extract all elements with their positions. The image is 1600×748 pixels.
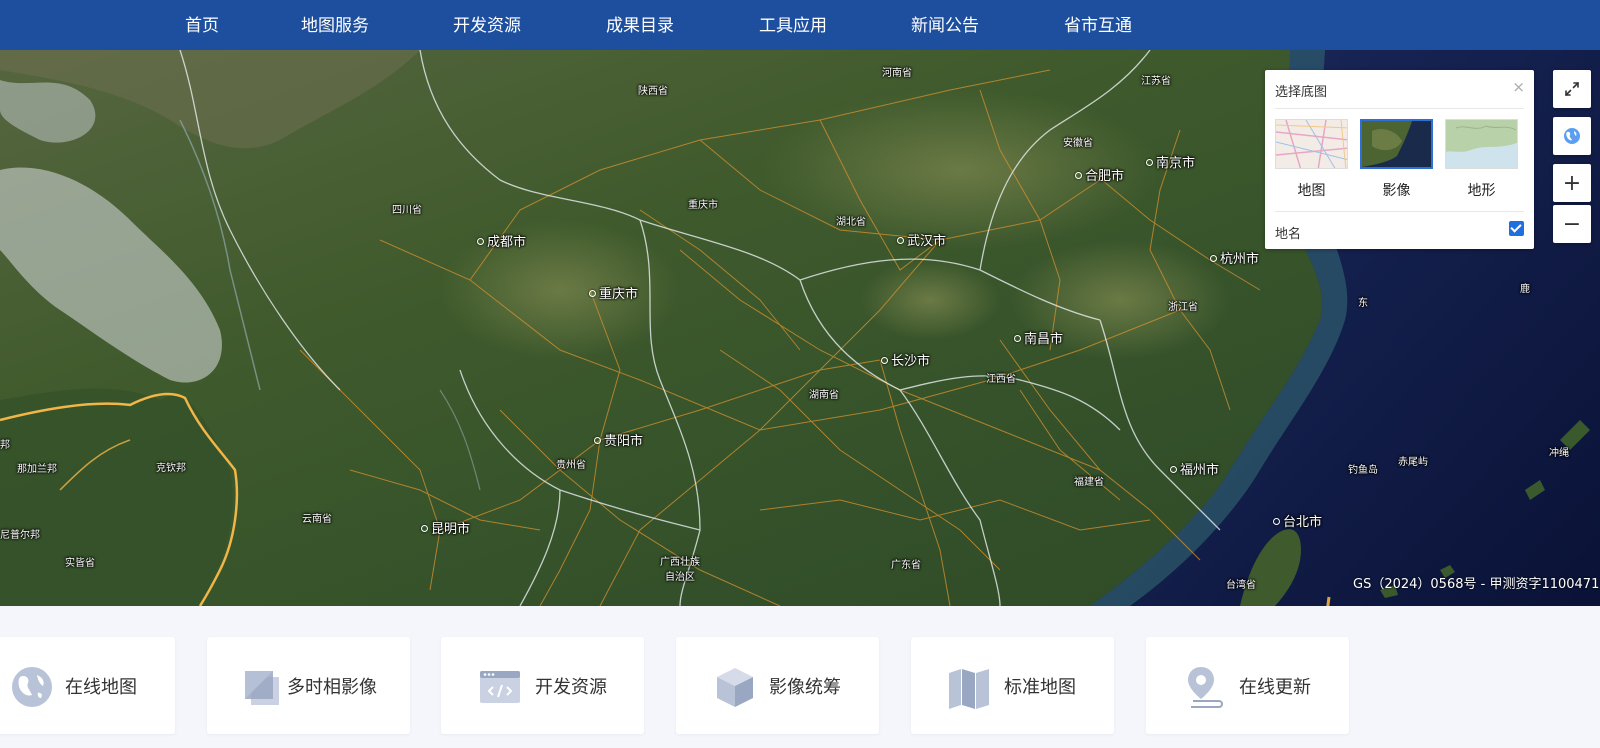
- close-icon[interactable]: ×: [1512, 78, 1525, 96]
- card-imagery-coordination[interactable]: 影像统筹: [676, 637, 879, 734]
- map-label-guizhou: 贵州省: [556, 460, 586, 471]
- map-label-okinawa: 冲绳: [1549, 448, 1569, 459]
- vector-map-thumbnail-icon: [1276, 120, 1347, 168]
- card-multi-temporal-imagery-label: 多时相影像: [287, 677, 377, 698]
- map-label-fujian: 福建省: [1074, 477, 1104, 488]
- nav-dev-resources[interactable]: 开发资源: [453, 0, 521, 50]
- map-label-bang: 邦: [0, 440, 10, 451]
- card-online-map-label: 在线地图: [65, 677, 137, 698]
- fullscreen-button[interactable]: [1553, 70, 1591, 108]
- card-dev-resources-label: 开发资源: [535, 677, 607, 698]
- map-label-taiwan: 台湾省: [1226, 580, 1256, 591]
- card-online-update[interactable]: 在线更新: [1146, 637, 1349, 734]
- basemap-option-vector-label[interactable]: 地图: [1275, 180, 1348, 200]
- map-label-hangzhou: 杭州市: [1210, 248, 1259, 267]
- map-label-chiwei: 赤尾屿: [1398, 457, 1428, 468]
- card-dev-resources[interactable]: 开发资源: [441, 637, 644, 734]
- divider: [1275, 211, 1524, 212]
- map-label-manipur: 尼普尔邦: [0, 530, 40, 541]
- globe-icon: [12, 667, 52, 707]
- map-label-shaanxi: 陕西省: [638, 86, 668, 97]
- cube-icon: [717, 668, 753, 707]
- top-nav: 首页 地图服务 开发资源 成果目录 工具应用 新闻公告 省市互通: [0, 0, 1600, 50]
- map-label-yunnan: 云南省: [302, 514, 332, 525]
- location-pin-icon: [1188, 667, 1223, 708]
- map-label-hunan: 湖南省: [809, 390, 839, 401]
- card-online-map[interactable]: 在线地图: [0, 637, 175, 734]
- zoom-out-button[interactable]: −: [1553, 205, 1591, 243]
- card-standard-map[interactable]: 标准地图: [911, 637, 1114, 734]
- map-label-chongqing-area: 重庆市: [688, 200, 718, 211]
- map-label-guangxi-line2: 自治区: [665, 572, 695, 583]
- imagery-map-thumbnail-icon: [1362, 121, 1431, 167]
- map-label-nanjing: 南京市: [1146, 152, 1195, 171]
- map-label-nanchang: 南昌市: [1014, 328, 1063, 347]
- map-label-jeju-1: 东: [1358, 298, 1368, 309]
- nav-province-city[interactable]: 省市互通: [1064, 0, 1132, 50]
- map-label-fuzhou: 福州市: [1170, 459, 1219, 478]
- nav-news[interactable]: 新闻公告: [911, 0, 979, 50]
- place-names-checkbox[interactable]: [1509, 221, 1524, 236]
- map-label-nagaland: 那加兰邦: [17, 464, 57, 475]
- card-online-update-label: 在线更新: [1239, 677, 1311, 698]
- map-label-kachin: 克钦邦: [156, 463, 186, 474]
- map-label-sichuan: 四川省: [392, 205, 422, 216]
- terrain-map-thumbnail-icon: [1446, 120, 1517, 168]
- nav-tools[interactable]: 工具应用: [759, 0, 827, 50]
- card-imagery-coordination-label: 影像统筹: [769, 677, 841, 698]
- card-standard-map-label: 标准地图: [1004, 677, 1076, 698]
- map-label-guiyang: 贵阳市: [594, 430, 643, 449]
- map-label-hubei: 湖北省: [836, 217, 866, 228]
- folded-map-icon: [949, 669, 989, 709]
- map-label-guangxi-line1: 广西壮族: [660, 557, 700, 568]
- map-label-henan: 河南省: [882, 68, 912, 79]
- basemap-option-terrain[interactable]: [1445, 119, 1518, 169]
- map-label-anhui: 安徽省: [1063, 138, 1093, 149]
- map-label-diaoyu: 钓鱼岛: [1348, 465, 1378, 476]
- map-label-chengdu: 成都市: [477, 231, 526, 250]
- code-window-icon: [480, 671, 520, 703]
- map-label-guangxi: 广西壮族 自治区: [660, 555, 700, 585]
- basemap-panel: 选择底图 × 地图 影像 地形 地名: [1265, 70, 1534, 249]
- nav-map-services[interactable]: 地图服务: [301, 0, 369, 50]
- basemap-option-terrain-label[interactable]: 地形: [1445, 180, 1518, 200]
- map-label-guangdong: 广东省: [891, 560, 921, 571]
- map-label-sagaing: 实皆省: [65, 558, 95, 569]
- basemap-panel-title: 选择底图: [1275, 85, 1328, 100]
- layers-icon: [245, 671, 279, 705]
- globe-button[interactable]: [1553, 117, 1591, 155]
- copyright-text: GS（2024）0568号 - 甲测资字1100471: [1353, 577, 1600, 592]
- map-label-zhejiang: 浙江省: [1168, 302, 1198, 313]
- map-label-kunming: 昆明市: [421, 518, 470, 537]
- map-label-wuhan: 武汉市: [897, 230, 946, 249]
- card-multi-temporal-imagery[interactable]: 多时相影像: [207, 637, 410, 734]
- basemap-option-imagery[interactable]: [1360, 119, 1433, 169]
- map-label-jiangxi: 江西省: [986, 374, 1016, 385]
- tianditu-logo-icon: 天地 MAP WORLD: [1326, 596, 1331, 606]
- basemap-option-imagery-label[interactable]: 影像: [1360, 180, 1433, 200]
- globe-icon: [1564, 128, 1580, 144]
- map-label-chongqing: 重庆市: [589, 283, 638, 302]
- place-names-label: 地名: [1275, 227, 1302, 242]
- basemap-option-vector[interactable]: [1275, 119, 1348, 169]
- map-label-changsha: 长沙市: [881, 350, 930, 369]
- fullscreen-icon: [1565, 82, 1579, 96]
- map-label-jiangsu: 江苏省: [1141, 76, 1171, 87]
- map-label-hefei: 合肥市: [1075, 165, 1124, 184]
- map-label-taipei: 台北市: [1273, 511, 1322, 530]
- nav-home[interactable]: 首页: [185, 0, 219, 50]
- map-label-jeju-2: 鹿: [1520, 284, 1530, 295]
- nav-catalog[interactable]: 成果目录: [606, 0, 674, 50]
- divider: [1275, 108, 1524, 109]
- zoom-in-button[interactable]: +: [1553, 164, 1591, 202]
